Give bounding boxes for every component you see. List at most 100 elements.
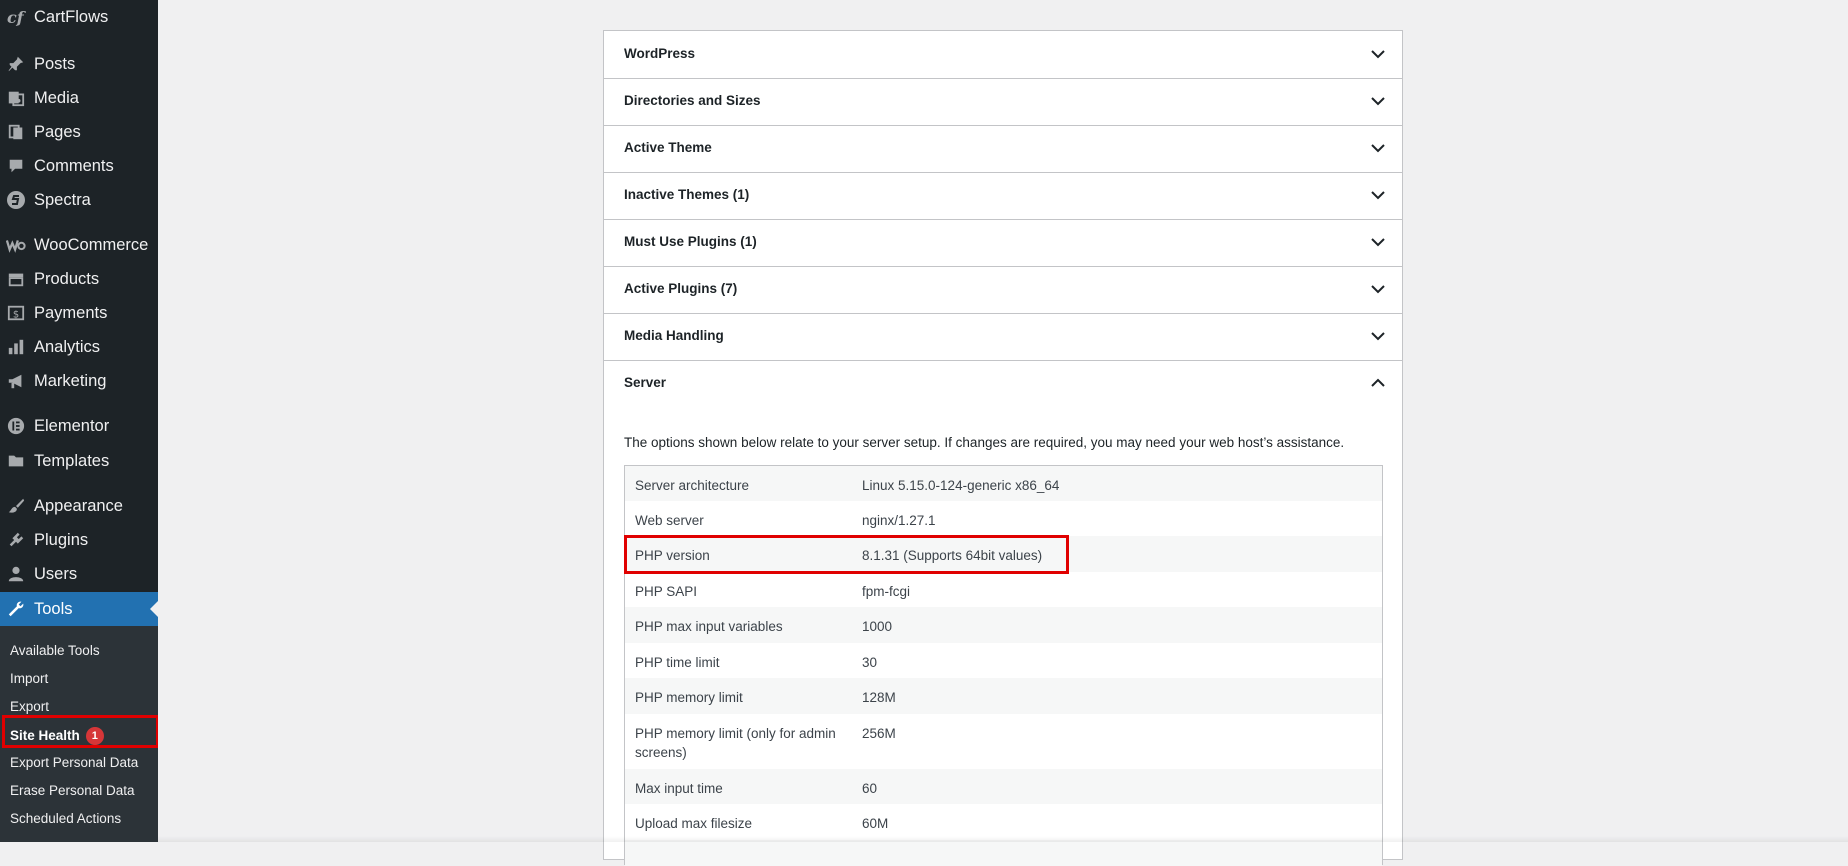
menu-label: Payments bbox=[34, 304, 108, 322]
table-row: PHP memory limit 128M bbox=[625, 678, 1382, 714]
wrench-icon bbox=[6, 599, 26, 619]
menu-label: Pages bbox=[34, 123, 81, 141]
table-row: Server architecture Linux 5.15.0-124-gen… bbox=[625, 466, 1382, 501]
highlight-box-php-version bbox=[624, 535, 1069, 574]
menu-label: Users bbox=[34, 565, 78, 583]
accordion-inactive-themes[interactable]: Inactive Themes (1) bbox=[604, 172, 1402, 220]
chevron-down-icon bbox=[1371, 191, 1385, 200]
menu-label: Posts bbox=[34, 55, 76, 73]
elementor-icon bbox=[6, 416, 26, 436]
accordion-title: Must Use Plugins (1) bbox=[624, 234, 757, 249]
submenu-item-erase-personal-data[interactable]: Erase Personal Data bbox=[10, 783, 135, 798]
menu-item-elementor[interactable]: Elementor bbox=[0, 409, 158, 443]
chevron-down-icon bbox=[1371, 238, 1385, 247]
menu-item-products[interactable]: Products bbox=[0, 262, 158, 296]
accordion-wordpress[interactable]: WordPress bbox=[604, 31, 1402, 79]
menu-item-analytics[interactable]: Analytics bbox=[0, 330, 158, 364]
row-key: Upload max filesize bbox=[635, 816, 753, 831]
accordion-title: Server bbox=[624, 375, 667, 390]
table-row bbox=[625, 840, 1382, 866]
accordion-directories-and-sizes[interactable]: Directories and Sizes bbox=[604, 78, 1402, 126]
accordion-title: WordPress bbox=[624, 46, 696, 61]
menu-item-spectra[interactable]: Spectra bbox=[0, 183, 158, 217]
user-icon bbox=[6, 564, 26, 584]
menu-item-media[interactable]: Media bbox=[0, 81, 158, 115]
submenu-item-export[interactable]: Export bbox=[10, 699, 49, 714]
svg-text:cf: cf bbox=[7, 8, 26, 27]
comment-icon bbox=[6, 156, 26, 176]
row-value: 60 bbox=[862, 781, 878, 796]
menu-item-appearance[interactable]: Appearance bbox=[0, 489, 158, 523]
media-icon bbox=[6, 88, 26, 108]
menu-label: Plugins bbox=[34, 531, 89, 549]
accordion-title: Media Handling bbox=[624, 328, 724, 343]
woocommerce-icon bbox=[6, 235, 26, 255]
menu-item-cartflows[interactable]: cf CartFlows bbox=[0, 0, 158, 34]
menu-label: Spectra bbox=[34, 191, 91, 209]
menu-item-pages[interactable]: Pages bbox=[0, 115, 158, 149]
highlight-box-site-health bbox=[2, 715, 158, 748]
menu-item-comments[interactable]: Comments bbox=[0, 149, 158, 183]
pages-icon bbox=[6, 122, 26, 142]
row-value: 128M bbox=[862, 690, 896, 705]
submenu-item-export-personal-data[interactable]: Export Personal Data bbox=[10, 755, 138, 770]
submenu-item-import[interactable]: Import bbox=[10, 671, 48, 686]
pin-icon bbox=[6, 54, 26, 74]
submenu-item-available-tools[interactable]: Available Tools bbox=[10, 643, 100, 658]
menu-item-templates[interactable]: Templates bbox=[0, 444, 158, 478]
menu-label: CartFlows bbox=[34, 8, 109, 26]
menu-item-users[interactable]: Users bbox=[0, 557, 158, 591]
accordion-title: Active Theme bbox=[624, 140, 712, 155]
menu-label: Products bbox=[34, 270, 100, 288]
menu-label: Media bbox=[34, 89, 79, 107]
accordion-media-handling[interactable]: Media Handling bbox=[604, 313, 1402, 361]
table-row: Max input time 60 bbox=[625, 769, 1382, 804]
menu-label: Templates bbox=[34, 452, 110, 470]
menu-label: Comments bbox=[34, 157, 114, 175]
server-description: The options shown below relate to your s… bbox=[624, 435, 1345, 450]
spectra-icon bbox=[6, 190, 26, 210]
menu-item-posts[interactable]: Posts bbox=[0, 47, 158, 81]
menu-label: Appearance bbox=[34, 497, 123, 515]
row-key: Web server bbox=[635, 513, 704, 528]
row-value: 256M bbox=[862, 726, 896, 741]
site-health-info-panel: WordPress Directories and Sizes Active T… bbox=[603, 30, 1403, 866]
menu-item-marketing[interactable]: Marketing bbox=[0, 364, 158, 398]
row-key: Max input time bbox=[635, 781, 723, 796]
row-value: 1000 bbox=[862, 619, 893, 634]
accordion-active-theme[interactable]: Active Theme bbox=[604, 125, 1402, 173]
row-key: PHP SAPI bbox=[635, 584, 698, 599]
table-row: PHP memory limit (only for admin screens… bbox=[625, 714, 1382, 769]
plug-icon bbox=[6, 530, 26, 550]
folder-icon bbox=[6, 451, 26, 471]
menu-item-plugins[interactable]: Plugins bbox=[0, 523, 158, 557]
chevron-down-icon bbox=[1371, 285, 1385, 294]
row-value: fpm-fcgi bbox=[862, 584, 911, 599]
menu-label: Tools bbox=[34, 600, 73, 618]
accordion-server[interactable]: Server bbox=[604, 360, 1402, 407]
bar-chart-icon bbox=[6, 337, 26, 357]
row-key: PHP memory limit bbox=[635, 690, 743, 705]
chevron-down-icon bbox=[1371, 97, 1385, 106]
archive-icon bbox=[6, 269, 26, 289]
table-row: PHP time limit 30 bbox=[625, 643, 1382, 678]
row-key: PHP max input variables bbox=[635, 619, 783, 634]
cartflows-icon: cf bbox=[6, 7, 26, 27]
bottom-edge-shadow bbox=[158, 836, 1848, 842]
submenu-item-scheduled-actions[interactable]: Scheduled Actions bbox=[10, 811, 121, 826]
menu-label: Elementor bbox=[34, 417, 110, 435]
accordion-active-plugins[interactable]: Active Plugins (7) bbox=[604, 266, 1402, 314]
menu-label: WooCommerce bbox=[34, 236, 149, 254]
menu-item-tools[interactable]: Tools bbox=[0, 592, 158, 626]
row-value: Linux 5.15.0-124-generic x86_64 bbox=[862, 478, 1060, 493]
table-row: PHP max input variables 1000 bbox=[625, 607, 1382, 643]
active-menu-arrow bbox=[150, 601, 158, 617]
row-key: PHP memory limit (only for admin screens… bbox=[635, 726, 836, 760]
chevron-down-icon bbox=[1371, 144, 1385, 153]
accordion-title: Directories and Sizes bbox=[624, 93, 761, 108]
menu-item-woocommerce[interactable]: WooCommerce bbox=[0, 228, 158, 262]
menu-item-payments[interactable]: $ Payments bbox=[0, 296, 158, 330]
accordion-must-use-plugins[interactable]: Must Use Plugins (1) bbox=[604, 219, 1402, 267]
row-value: nginx/1.27.1 bbox=[862, 513, 936, 528]
svg-text:$: $ bbox=[13, 310, 19, 321]
